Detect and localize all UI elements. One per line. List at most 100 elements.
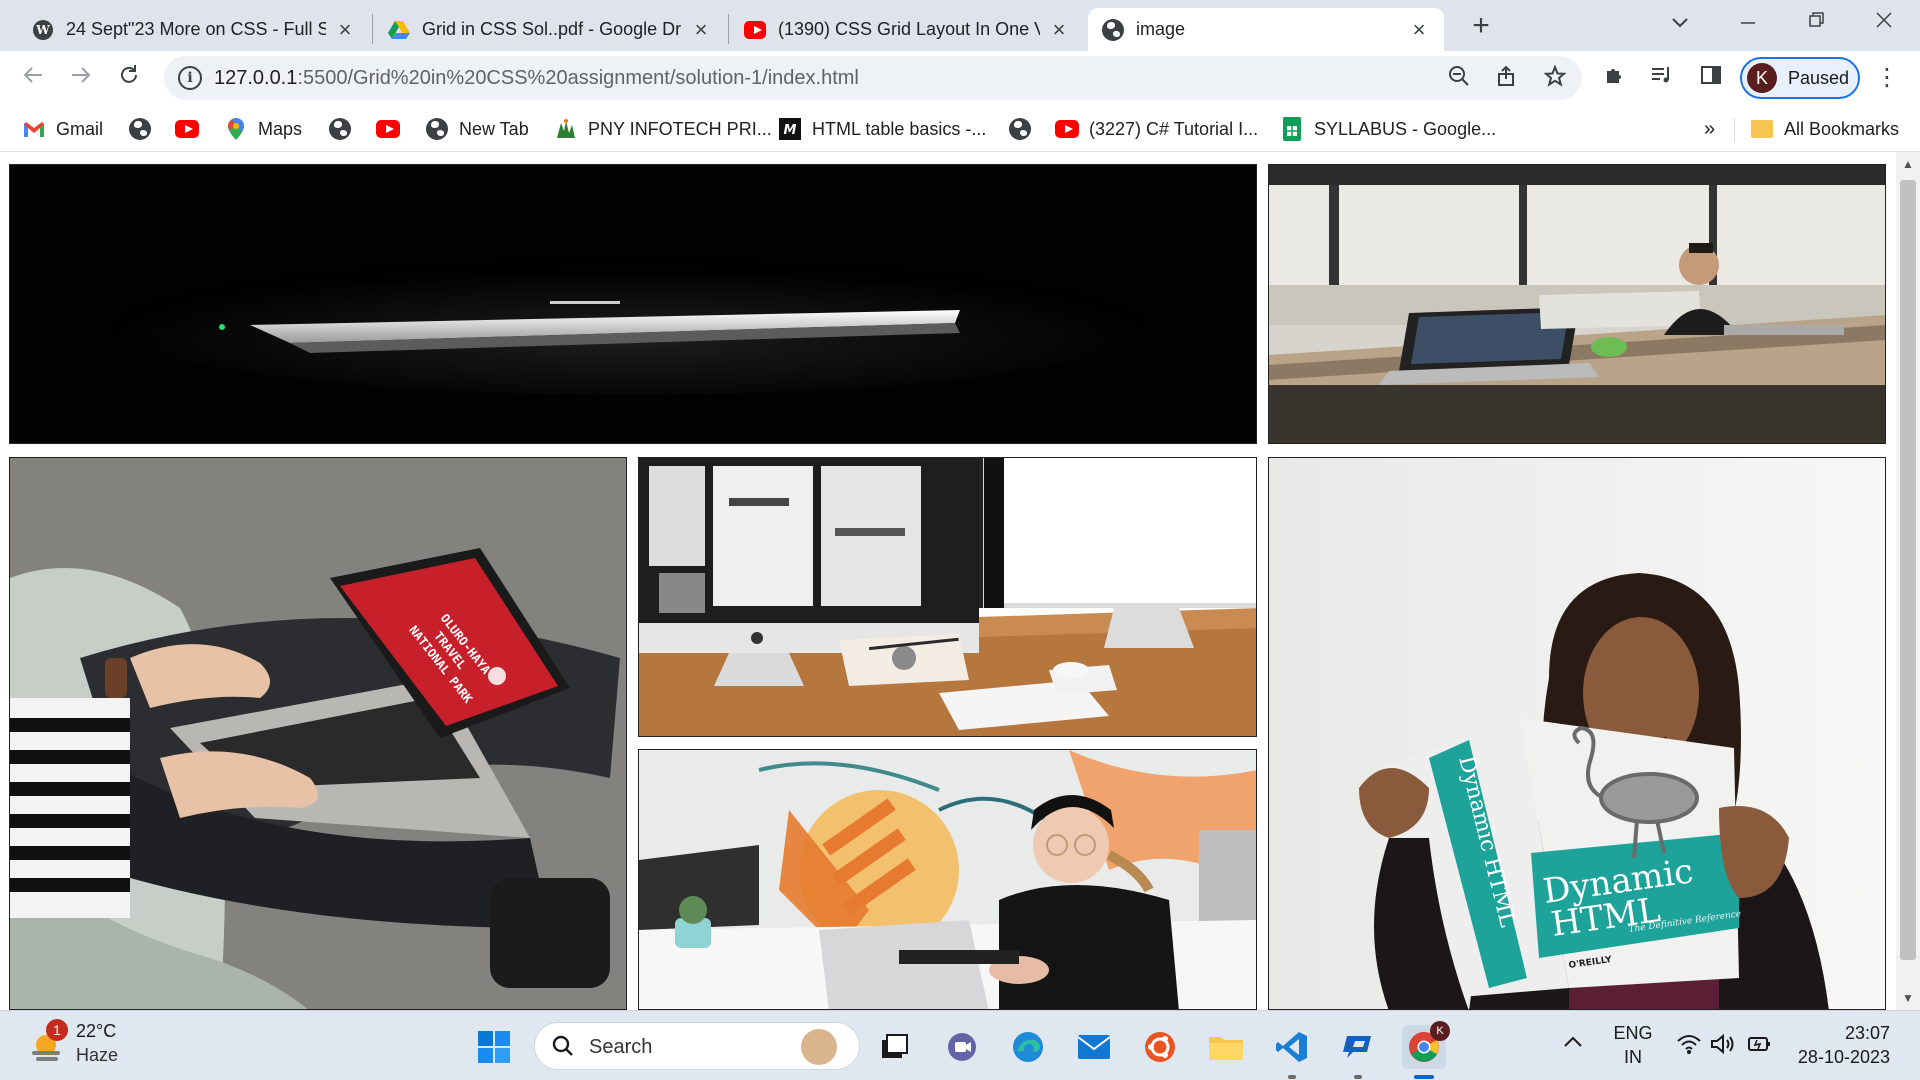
- svg-text:W: W: [35, 23, 50, 37]
- search-highlight-icon: [801, 1029, 837, 1065]
- extensions-icon[interactable]: [1600, 63, 1630, 93]
- page-content: OLURO-HAYA TRAVEL NATIONAL PARK Dynamic …: [0, 152, 1896, 1010]
- site-info-icon[interactable]: i: [178, 66, 202, 90]
- imac-desk-photo: [638, 457, 1257, 737]
- weather-temperature: 22°C: [76, 1021, 117, 1041]
- close-tab-icon[interactable]: ×: [690, 17, 712, 42]
- bookmark-globe[interactable]: [128, 114, 162, 144]
- scroll-up-arrow-icon[interactable]: ▲: [1896, 154, 1920, 174]
- quick-assist-icon[interactable]: [1336, 1025, 1380, 1069]
- system-clock[interactable]: 23:07 28-10-2023: [1790, 1021, 1890, 1069]
- profile-button[interactable]: K Paused: [1740, 57, 1860, 99]
- google-sheets-icon: [1280, 117, 1304, 141]
- bookmark-csharp-tutorial[interactable]: (3227) C# Tutorial I...: [1055, 114, 1258, 144]
- tab-image[interactable]: image ×: [1088, 8, 1444, 51]
- folder-icon: [1750, 117, 1774, 141]
- bookmark-globe[interactable]: [1008, 114, 1042, 144]
- page-scrollbar[interactable]: ▲ ▼: [1896, 152, 1920, 1010]
- bookmark-gmail[interactable]: Gmail: [22, 114, 103, 144]
- bookmark-html-table[interactable]: M HTML table basics -...: [778, 114, 986, 144]
- close-tab-icon[interactable]: ×: [1048, 17, 1070, 42]
- vscode-icon[interactable]: [1270, 1025, 1314, 1069]
- bookmark-syllabus[interactable]: SYLLABUS - Google...: [1280, 114, 1496, 144]
- file-explorer-icon[interactable]: [1204, 1025, 1248, 1069]
- show-hidden-icons-chevron-icon[interactable]: [1562, 1033, 1584, 1054]
- weather-widget[interactable]: 1 22°C Haze: [0, 1011, 160, 1080]
- dark-laptop-photo: [9, 164, 1257, 444]
- tab-title: image: [1136, 19, 1186, 39]
- bookmark-new-tab[interactable]: New Tab: [425, 114, 529, 144]
- chrome-icon[interactable]: K: [1402, 1021, 1450, 1069]
- battery-icon[interactable]: [1746, 1033, 1772, 1060]
- close-window-icon[interactable]: [1864, 8, 1904, 38]
- bookmark-youtube[interactable]: [376, 114, 410, 144]
- office-laptops-photo: [1268, 164, 1886, 444]
- designer-desk-photo: [638, 749, 1257, 1010]
- restore-icon[interactable]: [1796, 8, 1836, 38]
- language-line1: ENG: [1613, 1023, 1653, 1043]
- share-icon[interactable]: [1494, 65, 1520, 91]
- task-view-icon[interactable]: [872, 1025, 916, 1069]
- bookmark-pny-infotech[interactable]: PNY INFOTECH PRI...: [554, 114, 772, 144]
- side-panel-icon[interactable]: [1696, 63, 1726, 93]
- address-bar[interactable]: i 127.0.0.1:5500/Grid%20in%20CSS%20assig…: [164, 56, 1582, 100]
- edge-browser-icon[interactable]: [1006, 1025, 1050, 1069]
- url-text[interactable]: 127.0.0.1:5500/Grid%20in%20CSS%20assignm…: [214, 67, 859, 90]
- bookmarks-bar: Gmail Maps New Tab PNY INFOTECH PRI... M…: [0, 106, 1920, 152]
- tab-strip: W 24 Sept"23 More on CSS - Full S × Grid…: [0, 0, 1920, 51]
- clock-date: 28-10-2023: [1797, 1047, 1890, 1067]
- tab-css-notes[interactable]: W 24 Sept"23 More on CSS - Full S ×: [18, 8, 370, 51]
- close-tab-icon[interactable]: ×: [334, 17, 356, 42]
- bookmark-globe[interactable]: [328, 114, 362, 144]
- minimize-icon[interactable]: [1728, 8, 1768, 38]
- bookmark-youtube[interactable]: [175, 114, 209, 144]
- gmail-icon: [22, 117, 46, 141]
- volume-icon[interactable]: [1710, 1033, 1736, 1060]
- media-control-icon[interactable]: [1646, 63, 1676, 93]
- zoom-icon[interactable]: [1446, 65, 1472, 91]
- bookmark-label: HTML table basics -...: [812, 118, 987, 139]
- maps-icon: [224, 117, 248, 141]
- globe-icon: [1102, 18, 1124, 41]
- overflow-chevron-icon: »: [1704, 117, 1716, 140]
- url-host: 127.0.0.1: [214, 67, 298, 89]
- youtube-icon: [1055, 117, 1079, 141]
- language-line2: IN: [1624, 1047, 1642, 1067]
- ubuntu-icon[interactable]: [1138, 1025, 1182, 1069]
- tab-search-chevron-icon[interactable]: [1660, 8, 1700, 38]
- wordpress-icon: W: [32, 19, 54, 41]
- globe-icon: [128, 117, 152, 141]
- forward-icon[interactable]: [64, 61, 98, 95]
- youtube-icon: [175, 117, 199, 141]
- back-icon[interactable]: [16, 61, 50, 95]
- tab-grid-pdf[interactable]: Grid in CSS Sol..pdf - Google Dri ×: [374, 8, 726, 51]
- teams-chat-icon[interactable]: [940, 1025, 984, 1069]
- google-drive-icon: [388, 19, 410, 41]
- windows-taskbar: 1 22°C Haze Search K ENG IN 23:07 28-10-…: [0, 1010, 1920, 1080]
- youtube-icon: [744, 19, 766, 41]
- scroll-down-arrow-icon[interactable]: ▼: [1896, 988, 1920, 1008]
- running-indicator: [1288, 1075, 1296, 1079]
- windows-start-icon[interactable]: [472, 1025, 516, 1069]
- wifi-icon[interactable]: [1676, 1033, 1702, 1060]
- tab-separator: [728, 14, 729, 44]
- close-tab-icon[interactable]: ×: [1408, 17, 1430, 42]
- bookmarks-overflow-button[interactable]: »: [1704, 114, 1715, 144]
- pny-icon: [554, 117, 578, 141]
- active-app-indicator: [1414, 1075, 1434, 1079]
- menu-kebab-icon[interactable]: ⋮: [1872, 63, 1902, 93]
- all-bookmarks-button[interactable]: All Bookmarks: [1750, 114, 1899, 144]
- youtube-icon: [376, 117, 400, 141]
- mail-icon[interactable]: [1072, 1025, 1116, 1069]
- dynamic-html-book-photo: Dynamic HTML The Definitive Reference Dy…: [1268, 457, 1886, 1010]
- tab-title: (1390) CSS Grid Layout In One V: [778, 19, 1040, 39]
- reload-icon[interactable]: [112, 61, 146, 95]
- bookmark-maps[interactable]: Maps: [224, 114, 302, 144]
- scrollbar-thumb[interactable]: [1900, 180, 1916, 960]
- taskbar-search-box[interactable]: Search: [534, 1022, 860, 1070]
- bookmark-star-icon[interactable]: [1542, 64, 1568, 91]
- language-indicator[interactable]: ENG IN: [1608, 1021, 1658, 1069]
- tab-youtube-grid[interactable]: (1390) CSS Grid Layout In One V ×: [730, 8, 1084, 51]
- new-tab-button[interactable]: +: [1466, 11, 1496, 42]
- mdn-icon: M: [778, 117, 802, 141]
